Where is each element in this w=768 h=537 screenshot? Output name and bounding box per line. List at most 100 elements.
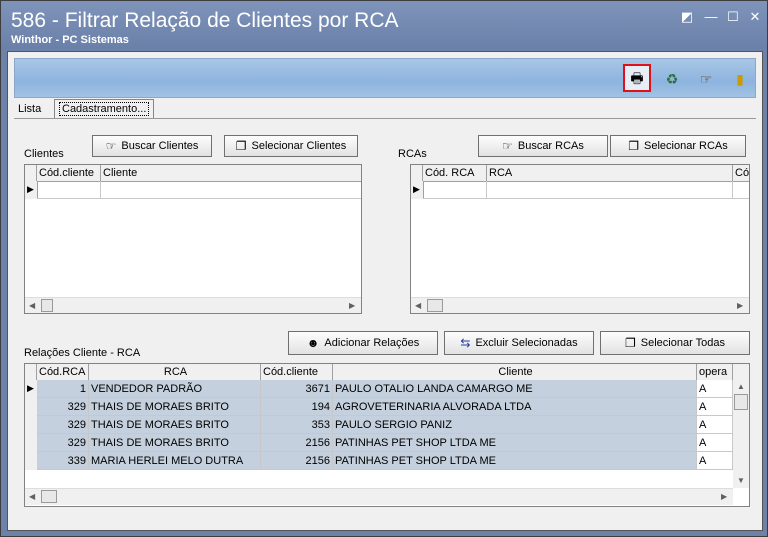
cell-cliente[interactable]: PATINHAS PET SHOP LTDA ME xyxy=(333,452,697,470)
cell-cod[interactable] xyxy=(733,181,749,199)
col-opera[interactable]: opera xyxy=(697,364,733,380)
buscar-clientes-label: Buscar Clientes xyxy=(121,140,199,152)
buscar-rcas-button[interactable]: ☞ Buscar RCAs xyxy=(478,135,608,157)
search-hand-icon: ☞ xyxy=(105,139,117,153)
excluir-selecionadas-button[interactable]: ⇆ Excluir Selecionadas xyxy=(444,331,594,355)
col-rca[interactable]: RCA xyxy=(89,364,261,380)
current-row-arrow-icon: ▶ xyxy=(27,383,34,393)
scroll-right-icon[interactable]: ▶ xyxy=(349,301,355,310)
cell-cod-cliente[interactable]: 2156 xyxy=(261,452,333,470)
scroll-right-icon[interactable]: ▶ xyxy=(737,301,743,310)
cell-opera[interactable]: A xyxy=(697,452,733,470)
selecionar-clientes-button[interactable]: ❐ Selecionar Clientes xyxy=(224,135,358,157)
cell-cod-rca[interactable]: 329 xyxy=(37,398,89,416)
cell-cliente[interactable]: PAULO OTALIO LANDA CAMARGO ME xyxy=(333,380,697,398)
search-icon[interactable]: ☞ xyxy=(695,68,717,90)
cell-cod-cliente[interactable]: 353 xyxy=(261,416,333,434)
scroll-right-icon[interactable]: ▶ xyxy=(721,492,727,501)
cell-cod-rca[interactable] xyxy=(423,181,487,199)
cell-cliente[interactable]: PAULO SERGIO PANIZ xyxy=(333,416,697,434)
cell-cliente[interactable] xyxy=(101,181,361,199)
close-button[interactable]: ✕ xyxy=(747,10,763,24)
cell-cod-cliente[interactable] xyxy=(37,181,101,199)
relacoes-grid[interactable]: Cód.RCA RCA Cód.cliente Cliente opera ▶ … xyxy=(24,363,750,507)
cell-opera[interactable]: A xyxy=(697,434,733,452)
col-rca[interactable]: RCA xyxy=(487,165,733,181)
maximize-button[interactable]: ☐ xyxy=(725,10,741,24)
adicionar-relacoes-button[interactable]: ☻ Adicionar Relações xyxy=(288,331,438,355)
scroll-left-icon[interactable]: ◀ xyxy=(29,301,35,310)
transfer-arrows-icon: ⇆ xyxy=(460,336,471,350)
col-cliente[interactable]: Cliente xyxy=(333,364,697,380)
cell-rca[interactable] xyxy=(487,181,733,199)
col-cod-cliente[interactable]: Cód.cliente xyxy=(261,364,333,380)
cell-rca[interactable]: VENDEDOR PADRÃO xyxy=(89,380,261,398)
form-client-area: 🖶 ♻ ☞ ▮ Lista Cadastramento... Clientes … xyxy=(7,51,763,531)
cell-opera[interactable]: A xyxy=(697,398,733,416)
table-row[interactable] xyxy=(37,181,361,199)
printer-icon[interactable]: 🖶 xyxy=(623,64,651,92)
table-row[interactable]: 339 MARIA HERLEI MELO DUTRA 2156 PATINHAS P… xyxy=(37,452,733,470)
cell-opera[interactable]: A xyxy=(697,416,733,434)
col-cliente[interactable]: Cliente xyxy=(101,165,361,181)
clientes-label: Clientes xyxy=(24,148,64,160)
exit-door-icon[interactable]: ▮ xyxy=(729,68,751,90)
cell-opera[interactable]: A xyxy=(697,380,733,398)
scroll-left-icon[interactable]: ◀ xyxy=(29,492,35,501)
cell-rca[interactable]: THAIS DE MORAES BRITO xyxy=(89,416,261,434)
relacoes-vscroll[interactable]: ▲ ▼ xyxy=(733,380,749,488)
table-row[interactable]: 329 THAIS DE MORAES BRITO 353 PAULO SERGIO … xyxy=(37,416,733,434)
table-row[interactable]: 329 THAIS DE MORAES BRITO 2156 PATINHAS PET… xyxy=(37,434,733,452)
table-row[interactable]: 329 THAIS DE MORAES BRITO 194 AGROVETERINAR… xyxy=(37,398,733,416)
current-row-arrow-icon: ▶ xyxy=(413,184,420,194)
clientes-hscroll[interactable]: ◀ ▶ xyxy=(25,297,361,313)
cell-cod-cliente[interactable]: 194 xyxy=(261,398,333,416)
cell-cod-cliente[interactable]: 2156 xyxy=(261,434,333,452)
copy-icon: ❐ xyxy=(628,139,639,153)
scroll-left-icon[interactable]: ◀ xyxy=(415,301,421,310)
selecionar-todas-button[interactable]: ❐ Selecionar Todas xyxy=(600,331,750,355)
col-cod-rca[interactable]: Cód. RCA xyxy=(423,165,487,181)
header-corner xyxy=(411,165,423,181)
scroll-thumb[interactable] xyxy=(427,299,443,312)
cell-cod-rca[interactable]: 329 xyxy=(37,434,89,452)
cell-cliente[interactable]: PATINHAS PET SHOP LTDA ME xyxy=(333,434,697,452)
cell-cod-rca[interactable]: 1 xyxy=(37,380,89,398)
search-hand-icon: ☞ xyxy=(502,139,513,153)
copy-icon: ❐ xyxy=(625,336,636,350)
selecionar-rcas-button[interactable]: ❐ Selecionar RCAs xyxy=(610,135,746,157)
relacoes-hscroll[interactable]: ◀ ▶ xyxy=(25,488,733,505)
cell-cod-rca[interactable]: 329 xyxy=(37,416,89,434)
minimize-button[interactable]: — xyxy=(703,10,719,24)
add-people-icon: ☻ xyxy=(306,336,320,350)
col-cod-cliente[interactable]: Cód.cliente xyxy=(37,165,101,181)
restore-icon[interactable]: ◩ xyxy=(679,10,695,24)
app-window: 586 - Filtrar Relação de Clientes por RC… xyxy=(0,0,768,537)
rcas-grid[interactable]: Cód. RCA RCA Cód ▶ ◀ ▶ xyxy=(410,164,750,314)
cell-cliente[interactable]: AGROVETERINARIA ALVORADA LTDA xyxy=(333,398,697,416)
scroll-down-icon[interactable]: ▼ xyxy=(737,476,745,485)
cell-rca[interactable]: THAIS DE MORAES BRITO xyxy=(89,434,261,452)
tab-lista[interactable]: Lista xyxy=(14,100,45,118)
table-row[interactable]: 1 VENDEDOR PADRÃO 3671 PAULO OTALIO LANDA C… xyxy=(37,380,733,398)
refresh-icon[interactable]: ♻ xyxy=(661,68,683,90)
buscar-rcas-label: Buscar RCAs xyxy=(517,140,584,152)
scroll-thumb[interactable] xyxy=(41,299,53,312)
tab-divider xyxy=(14,118,756,119)
scroll-up-icon[interactable]: ▲ xyxy=(737,382,745,391)
cell-cod-cliente[interactable]: 3671 xyxy=(261,380,333,398)
rcas-hscroll[interactable]: ◀ ▶ xyxy=(411,297,749,313)
buscar-clientes-button[interactable]: ☞ Buscar Clientes xyxy=(92,135,212,157)
table-row[interactable] xyxy=(423,181,749,199)
header-corner xyxy=(25,364,37,380)
rcas-label: RCAs xyxy=(398,148,427,160)
clientes-grid[interactable]: Cód.cliente Cliente ▶ ◀ ▶ xyxy=(24,164,362,314)
scroll-thumb[interactable] xyxy=(734,394,748,410)
col-cod-rca[interactable]: Cód.RCA xyxy=(37,364,89,380)
cell-rca[interactable]: THAIS DE MORAES BRITO xyxy=(89,398,261,416)
cell-rca[interactable]: MARIA HERLEI MELO DUTRA xyxy=(89,452,261,470)
col-cod[interactable]: Cód xyxy=(733,165,749,181)
scroll-thumb[interactable] xyxy=(41,490,57,503)
cell-cod-rca[interactable]: 339 xyxy=(37,452,89,470)
tab-cadastramento[interactable]: Cadastramento... xyxy=(54,99,155,118)
